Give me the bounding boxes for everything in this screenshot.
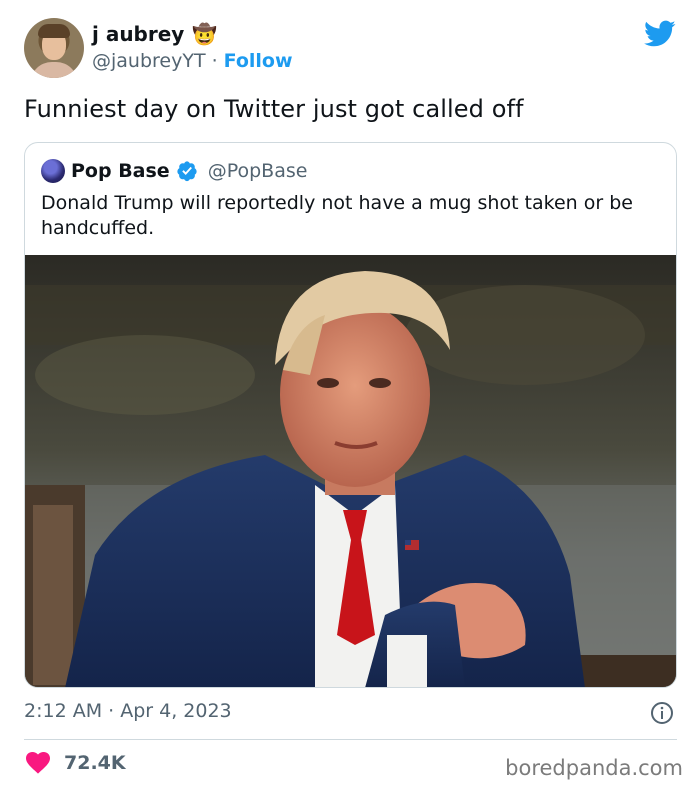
quoted-tweet-text: Donald Trump will reportedly not have a …	[41, 192, 633, 239]
twitter-bird-icon[interactable]	[644, 20, 676, 48]
tweet-text: Funniest day on Twitter just got called …	[24, 95, 524, 123]
author-name-text: j aubrey	[92, 22, 185, 46]
watermark: boredpanda.com	[505, 756, 683, 780]
quoted-author-handle[interactable]: @PopBase	[208, 160, 308, 182]
likes-count: 72.4K	[64, 752, 126, 774]
tweet-timestamp[interactable]: 2:12 AM · Apr 4, 2023	[24, 700, 232, 722]
divider	[24, 739, 677, 740]
quoted-author-avatar[interactable]	[41, 159, 65, 183]
info-icon[interactable]	[650, 701, 674, 725]
author-handle-row: @jaubreyYT · Follow	[92, 50, 293, 72]
quoted-tweet-header: Pop Base @PopBase	[41, 159, 307, 183]
avatar-hair	[38, 24, 70, 38]
author-avatar[interactable]	[24, 18, 84, 78]
heart-icon[interactable]	[26, 752, 50, 774]
quoted-author-name[interactable]: Pop Base	[71, 160, 170, 182]
author-handle[interactable]: @jaubreyYT	[92, 50, 206, 72]
likes-row[interactable]: 72.4K	[26, 752, 126, 774]
follow-button[interactable]: Follow	[224, 50, 293, 72]
quoted-tweet-photo[interactable]	[25, 255, 676, 687]
author-name[interactable]: j aubrey 🤠	[92, 22, 217, 46]
photo-illustration	[25, 255, 676, 687]
verified-badge-icon	[177, 161, 197, 182]
avatar-shirt	[30, 62, 78, 78]
cowboy-emoji-icon: 🤠	[192, 22, 218, 46]
quoted-tweet-card[interactable]: Pop Base @PopBase Donald Trump will repo…	[24, 142, 677, 688]
handle-separator: ·	[211, 50, 218, 72]
